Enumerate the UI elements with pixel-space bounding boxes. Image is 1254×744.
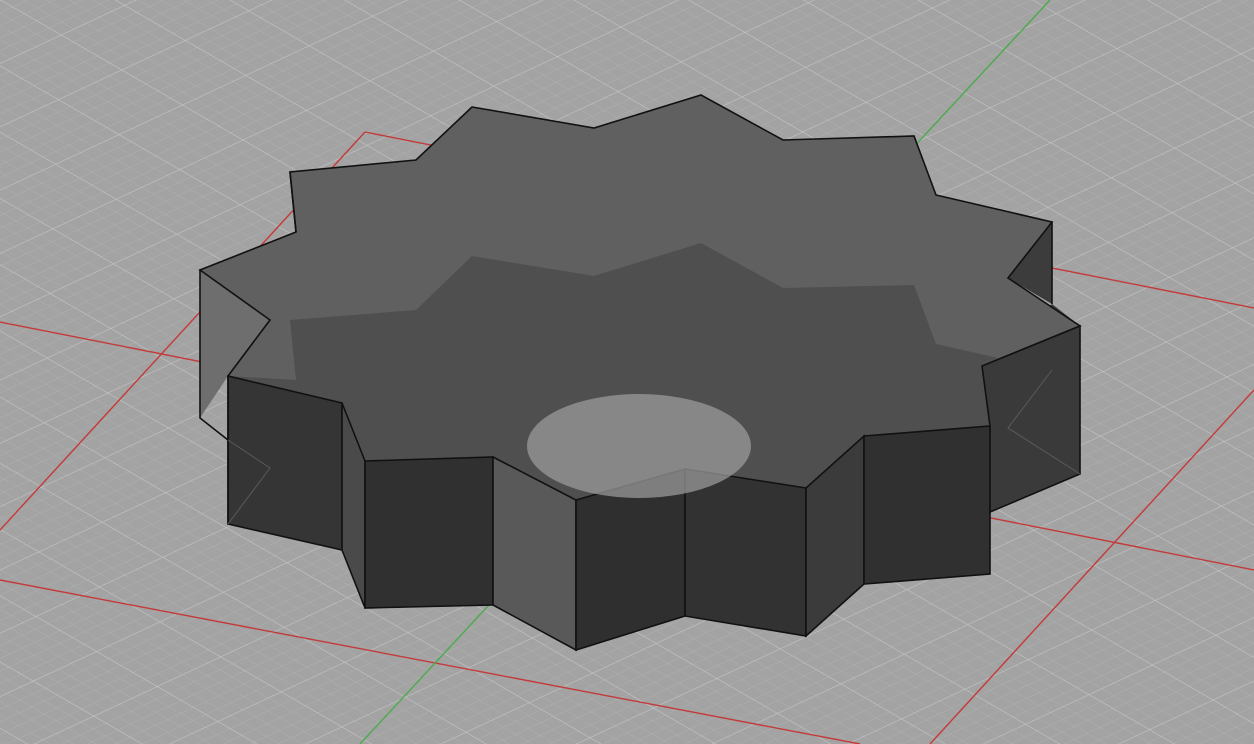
gear-center-highlight bbox=[527, 394, 751, 498]
3d-viewport[interactable] bbox=[0, 0, 1254, 744]
gear-side-face bbox=[684, 468, 807, 637]
gear-side-face bbox=[863, 425, 991, 585]
viewport-canvas[interactable] bbox=[0, 0, 1254, 744]
gear-side-face bbox=[227, 374, 343, 552]
gear-side-face bbox=[364, 456, 494, 609]
